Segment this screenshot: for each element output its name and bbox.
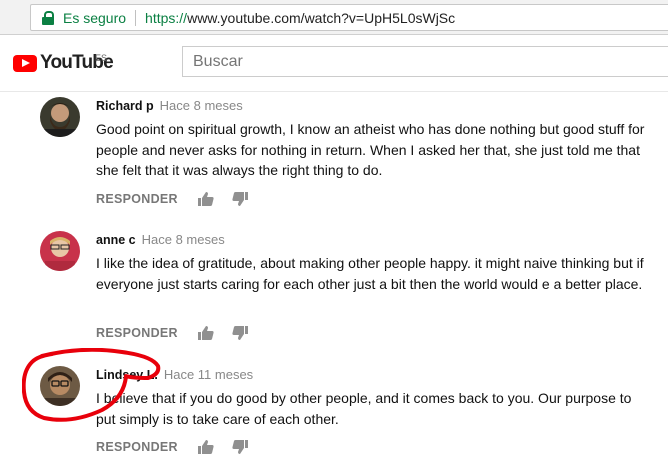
red-annotation-circle: [22, 348, 161, 422]
like-icon[interactable]: [197, 440, 214, 454]
like-icon[interactable]: [197, 326, 214, 340]
comment-time[interactable]: Hace 8 meses: [160, 98, 243, 113]
comment-author[interactable]: Richard p: [96, 99, 154, 113]
secure-label[interactable]: Es seguro: [63, 10, 126, 26]
url-path: www.youtube.com/watch?v=UpH5L0sWjSc: [187, 9, 456, 26]
lock-icon[interactable]: [41, 10, 55, 26]
comment-author[interactable]: anne c: [96, 233, 136, 247]
url-scheme: https://: [145, 9, 188, 26]
comment-time[interactable]: Hace 11 meses: [164, 367, 253, 382]
search-input[interactable]: [182, 46, 668, 77]
avatar[interactable]: [40, 231, 80, 271]
reply-button[interactable]: RESPONDER: [96, 192, 178, 206]
browser-address-bar: Es seguro https://www.youtube.com/watch?…: [0, 0, 668, 35]
url-separator: [135, 9, 137, 26]
comment-text: Good point on spiritual growth, I know a…: [96, 121, 645, 178]
dislike-icon[interactable]: [232, 326, 248, 340]
comment-text: I like the idea of gratitude, about maki…: [96, 255, 644, 292]
youtube-header: YouTube ES: [0, 35, 668, 92]
region-code: ES: [95, 53, 108, 63]
avatar[interactable]: [40, 97, 80, 137]
reply-button[interactable]: RESPONDER: [96, 440, 178, 454]
dislike-icon[interactable]: [232, 440, 248, 454]
dislike-icon[interactable]: [232, 192, 248, 206]
url-field[interactable]: Es seguro https://www.youtube.com/watch?…: [30, 4, 668, 31]
comment-text: I believe that if you do good by other p…: [96, 390, 632, 427]
youtube-play-icon: [13, 54, 37, 72]
like-icon[interactable]: [197, 192, 214, 206]
comment-time[interactable]: Hace 8 meses: [142, 232, 225, 247]
reply-button[interactable]: RESPONDER: [96, 326, 178, 340]
